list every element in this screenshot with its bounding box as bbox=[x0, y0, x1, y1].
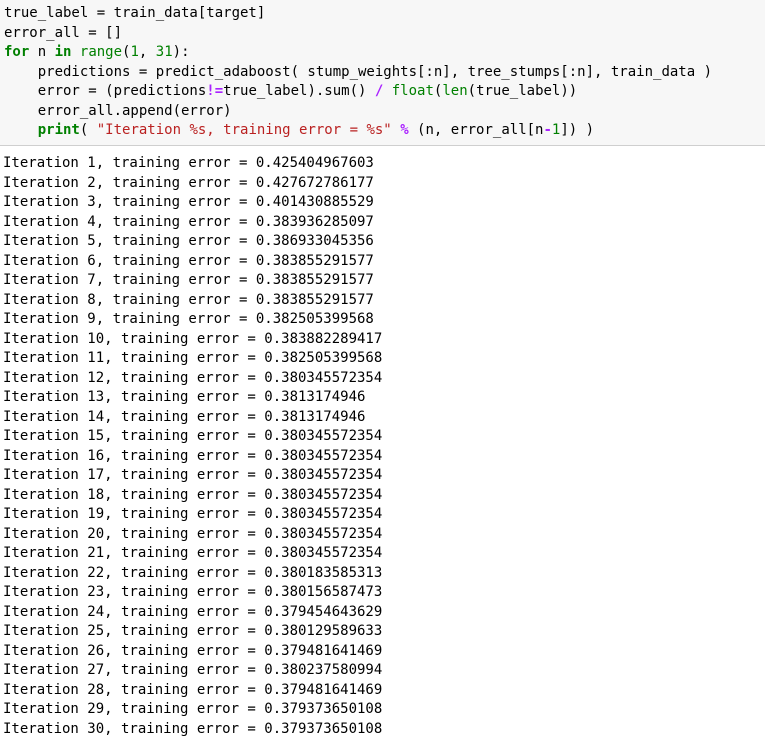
output-line: Iteration 28, training error = 0.3794816… bbox=[3, 681, 383, 698]
code-text: true_label).sum() bbox=[223, 83, 375, 99]
output-line: Iteration 12, training error = 0.3803455… bbox=[3, 369, 383, 386]
code-cell-input[interactable]: true_label = train_data[target] error_al… bbox=[0, 0, 765, 146]
code-text: true_label = train_data[target] bbox=[4, 5, 266, 21]
output-line: Iteration 27, training error = 0.3802375… bbox=[3, 662, 383, 678]
code-text: n bbox=[29, 44, 55, 60]
code-line-3: for n in range(1, 31): bbox=[4, 43, 765, 63]
output-line: Iteration 8, training error = 0.38385529… bbox=[3, 291, 374, 308]
code-text: ]) ) bbox=[560, 122, 595, 138]
code-text: ( bbox=[79, 122, 97, 138]
output-line: Iteration 24, training error = 0.3794546… bbox=[3, 603, 383, 620]
output-line: Iteration 11, training error = 0.3825053… bbox=[3, 350, 383, 366]
code-cell-output: Iteration 1, training error = 0.42540496… bbox=[0, 146, 765, 739]
keyword-in: in bbox=[54, 44, 72, 60]
code-line-7: print( "Iteration %s, training error = %… bbox=[4, 121, 765, 141]
operator: != bbox=[206, 83, 224, 99]
builtin-len: len bbox=[442, 83, 468, 99]
code-text: , bbox=[138, 44, 156, 60]
output-line: Iteration 4, training error = 0.38393628… bbox=[3, 213, 374, 230]
output-line: Iteration 18, training error = 0.3803455… bbox=[3, 486, 383, 503]
code-text: ): bbox=[172, 44, 190, 60]
code-line-6: error_all.append(error) bbox=[4, 102, 765, 122]
output-line: Iteration 9, training error = 0.38250539… bbox=[3, 311, 374, 327]
output-line: Iteration 10, training error = 0.3838822… bbox=[3, 330, 383, 347]
code-text: error_all.append(error) bbox=[4, 102, 232, 119]
code-text: error_all = [] bbox=[4, 24, 123, 41]
code-text: (true_label)) bbox=[467, 83, 578, 99]
output-line: Iteration 6, training error = 0.38385529… bbox=[3, 252, 374, 269]
code-line-5: error = (predictions!=true_label).sum() … bbox=[4, 82, 765, 102]
output-line: Iteration 23, training error = 0.3801565… bbox=[3, 584, 383, 600]
output-line: Iteration 5, training error = 0.38693304… bbox=[3, 233, 374, 249]
output-line: Iteration 19, training error = 0.3803455… bbox=[3, 506, 383, 522]
output-line: Iteration 25, training error = 0.3801295… bbox=[3, 623, 383, 639]
output-line: Iteration 26, training error = 0.3794816… bbox=[3, 642, 383, 659]
output-line: Iteration 1, training error = 0.42540496… bbox=[3, 155, 374, 171]
keyword-for: for bbox=[4, 44, 30, 60]
string-literal: "Iteration %s, training error = %s" bbox=[96, 122, 392, 138]
number-literal: 1 bbox=[130, 44, 139, 60]
output-line: Iteration 29, training error = 0.3793736… bbox=[3, 701, 383, 717]
operator: - bbox=[543, 122, 552, 138]
output-line: Iteration 14, training error = 0.3813174… bbox=[3, 408, 366, 425]
code-text: predictions = predict_adaboost( stump_we… bbox=[4, 63, 713, 80]
code-text: (n, error_all[n bbox=[408, 122, 544, 138]
output-line: Iteration 15, training error = 0.3803455… bbox=[3, 428, 383, 444]
output-line: Iteration 16, training error = 0.3803455… bbox=[3, 447, 383, 464]
output-line: Iteration 3, training error = 0.40143088… bbox=[3, 194, 374, 210]
code-line-1: true_label = train_data[target] bbox=[4, 4, 765, 24]
output-line: Iteration 30, training error = 0.3793736… bbox=[3, 720, 383, 737]
builtin-range: range bbox=[79, 44, 123, 60]
number-literal: 31 bbox=[155, 44, 173, 60]
output-line: Iteration 20, training error = 0.3803455… bbox=[3, 525, 383, 542]
code-line-2: error_all = [] bbox=[4, 24, 765, 44]
output-line: Iteration 21, training error = 0.3803455… bbox=[3, 545, 383, 561]
output-line: Iteration 22, training error = 0.3801835… bbox=[3, 564, 383, 581]
code-text: error = (predictions bbox=[4, 83, 207, 99]
code-line-4: predictions = predict_adaboost( stump_we… bbox=[4, 63, 765, 83]
output-line: Iteration 13, training error = 0.3813174… bbox=[3, 389, 366, 405]
operator: % bbox=[400, 122, 409, 138]
output-line: Iteration 17, training error = 0.3803455… bbox=[3, 467, 383, 483]
builtin-float: float bbox=[391, 83, 434, 99]
output-line: Iteration 2, training error = 0.42767278… bbox=[3, 174, 374, 191]
output-line: Iteration 7, training error = 0.38385529… bbox=[3, 272, 374, 288]
keyword-print: print bbox=[37, 122, 80, 138]
